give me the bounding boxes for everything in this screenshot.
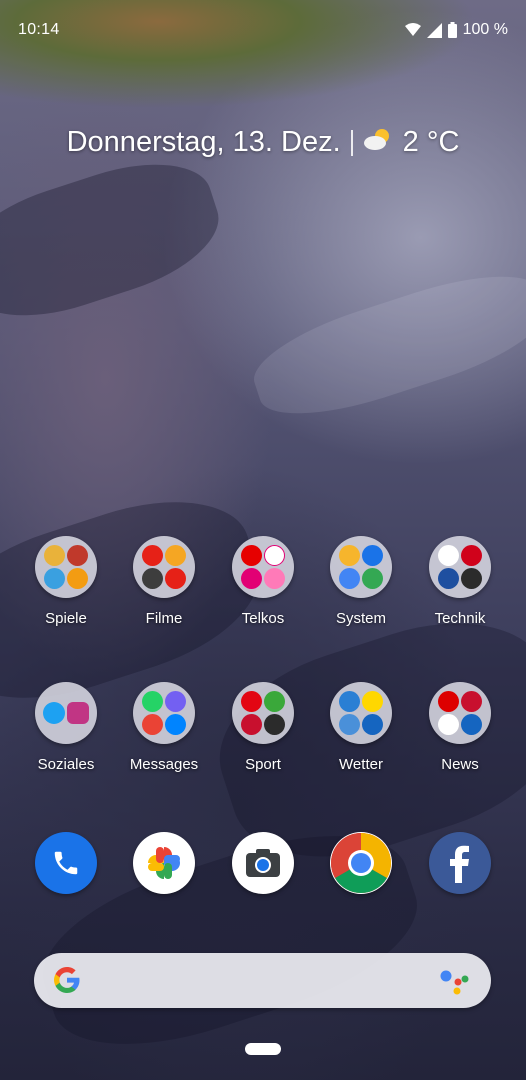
facebook-icon[interactable]: [429, 832, 491, 894]
folder-label: Spiele: [45, 610, 87, 627]
folder-label: Soziales: [37, 756, 95, 773]
dock-photos[interactable]: [115, 832, 213, 894]
folder-spiele[interactable]: Spiele: [17, 536, 115, 627]
folder-icon: [429, 682, 491, 744]
folder-label: Filme: [145, 610, 183, 627]
partly-cloudy-icon: [363, 126, 393, 159]
folder-icon: [330, 682, 392, 744]
folder-icon: [133, 682, 195, 744]
folder-filme[interactable]: Filme: [115, 536, 213, 627]
date-text[interactable]: Donnerstag, 13. Dez.: [67, 126, 341, 159]
clock: 10:14: [18, 21, 60, 38]
folder-soziales[interactable]: Soziales: [17, 682, 115, 773]
signal-icon: [426, 22, 442, 38]
battery-icon: [447, 22, 457, 38]
divider: [350, 129, 353, 156]
folder-telkos[interactable]: Telkos: [214, 536, 312, 627]
wifi-icon: [404, 23, 421, 37]
folder-label: Technik: [434, 610, 486, 627]
dock-phone[interactable]: [17, 832, 115, 894]
folder-technik[interactable]: Technik: [411, 536, 509, 627]
dock-facebook[interactable]: [411, 832, 509, 894]
folder-wetter[interactable]: Wetter: [312, 682, 410, 773]
folder-sport[interactable]: Sport: [214, 682, 312, 773]
folder-label: Sport: [245, 756, 281, 773]
google-search-bar[interactable]: [34, 953, 491, 1008]
temperature-text[interactable]: 2 °C: [403, 126, 460, 159]
chrome-icon[interactable]: [330, 832, 392, 894]
google-g-icon[interactable]: [52, 965, 82, 1000]
folder-label: Telkos: [241, 610, 285, 627]
folder-icon: [35, 536, 97, 598]
folder-label: Wetter: [339, 756, 383, 773]
folder-icon: [133, 536, 195, 598]
folder-label: Messages: [129, 756, 199, 773]
at-a-glance-widget[interactable]: Donnerstag, 13. Dez. 2 °C: [0, 126, 526, 159]
status-bar: 10:14 100 %: [0, 0, 526, 64]
folder-messages[interactable]: Messages: [115, 682, 213, 773]
folder-news[interactable]: News: [411, 682, 509, 773]
battery-percentage: 100 %: [462, 21, 508, 38]
folder-label: News: [441, 756, 479, 773]
folder-label: System: [335, 610, 386, 627]
folder-system[interactable]: System: [312, 536, 410, 627]
home-gesture-pill[interactable]: [245, 1043, 281, 1055]
dock-chrome[interactable]: [312, 832, 410, 894]
folder-icon: [429, 536, 491, 598]
folder-icon: [35, 682, 97, 744]
folder-icon: [330, 536, 392, 598]
camera-app-icon[interactable]: [232, 832, 294, 894]
google-photos-icon[interactable]: [133, 832, 195, 894]
folder-icon: [232, 536, 294, 598]
assistant-dots-icon[interactable]: [439, 967, 469, 1000]
folder-icon: [232, 682, 294, 744]
phone-app-icon[interactable]: [35, 832, 97, 894]
dock-camera[interactable]: [214, 832, 312, 894]
